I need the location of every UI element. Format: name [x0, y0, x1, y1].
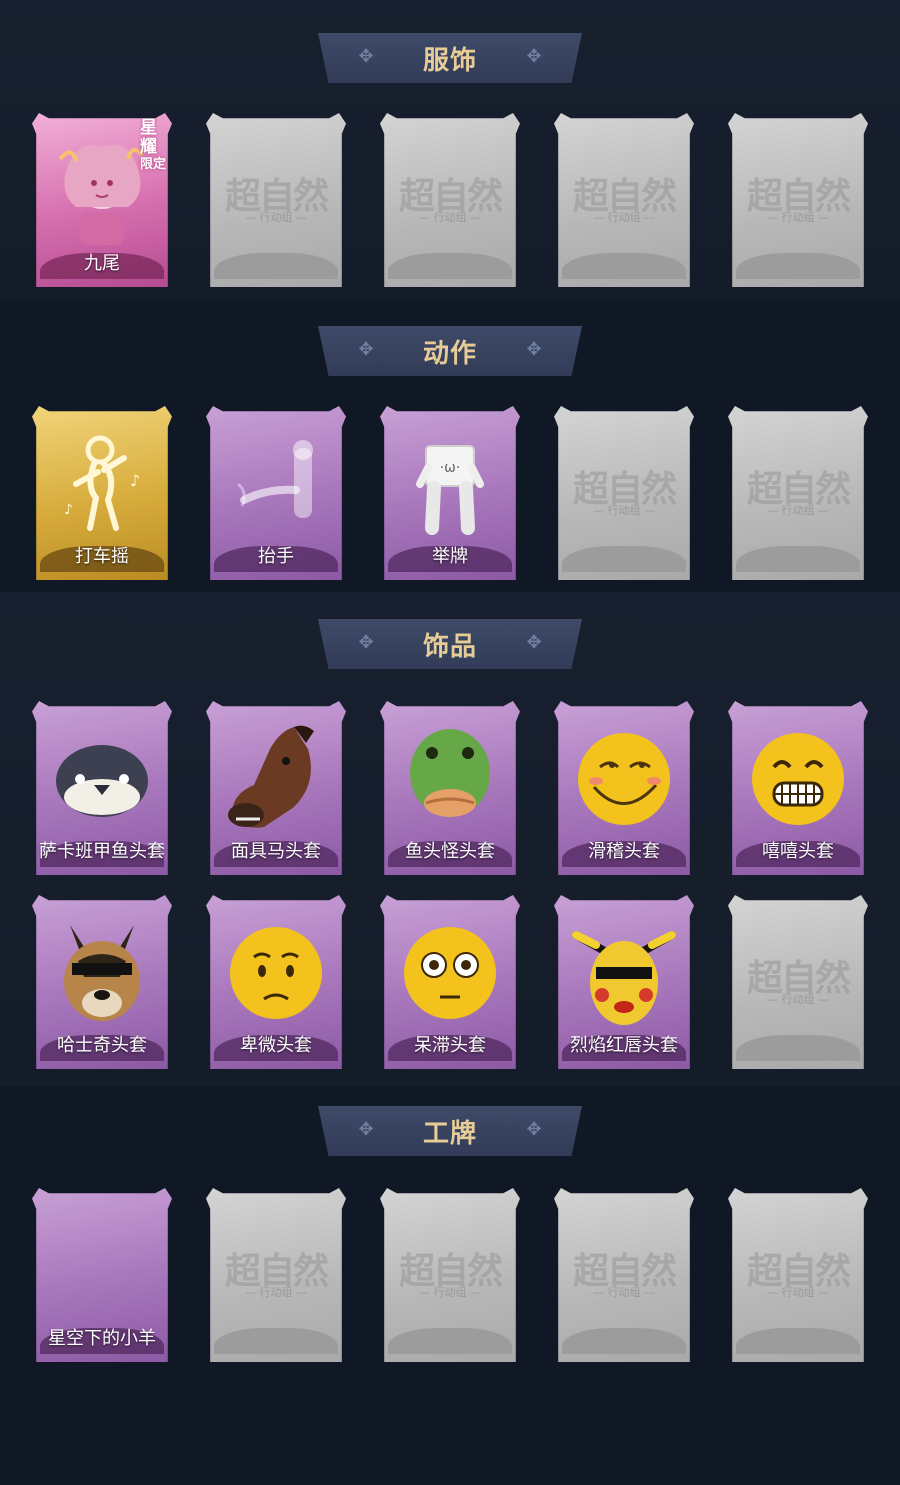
section-title: 动作: [422, 338, 477, 369]
fish-head-icon: [50, 723, 154, 833]
raise-hand-icon: [224, 428, 328, 538]
dance-icon: ♪ ♪: [50, 428, 154, 538]
card-pedestal: [736, 1035, 860, 1061]
dazed-emoji-icon: [398, 917, 502, 1027]
horse-head-icon: [224, 723, 328, 833]
placeholder-watermark-sub: — 行动组 —: [245, 1286, 307, 1299]
item-label: 嘻嘻头套: [762, 841, 834, 862]
item-card[interactable]: 面具马头套: [206, 701, 346, 875]
item-label: 九尾: [84, 253, 120, 274]
item-label: 滑稽头套: [588, 841, 660, 862]
item-label: 面具马头套: [231, 841, 321, 862]
item-label: 哈士奇头套: [57, 1035, 147, 1056]
locked-item-card[interactable]: 超自然 — 行动组 —: [728, 406, 868, 580]
card-pedestal: [562, 1328, 686, 1354]
section-header: ✥ 动作 ✥: [318, 326, 582, 376]
item-card[interactable]: ♪ ♪ 打车摇: [32, 406, 172, 580]
placeholder-watermark-sub: — 行动组 —: [767, 211, 829, 224]
locked-item-card[interactable]: 超自然 — 行动组 —: [206, 113, 346, 287]
placeholder-watermark-sub: — 行动组 —: [767, 504, 829, 517]
rarity-badge-subtext: 限定: [140, 157, 167, 172]
placeholder-watermark-sub: — 行动组 —: [245, 211, 307, 224]
section-header: ✥ 工牌 ✥: [318, 1106, 582, 1156]
rarity-badge-text: 星耀: [140, 118, 157, 157]
card-pedestal: [736, 1328, 860, 1354]
smirk-emoji-icon: [572, 723, 676, 833]
locked-item-card[interactable]: 超自然 — 行动组 —: [380, 113, 520, 287]
ornament-left-icon: ✥: [358, 1119, 374, 1140]
card-pedestal: [388, 1328, 512, 1354]
card-pedestal: [562, 546, 686, 572]
item-label: 星空下的小羊: [48, 1328, 156, 1349]
item-card[interactable]: ·ω· 举牌: [380, 406, 520, 580]
card-pedestal: [214, 253, 338, 279]
item-label: 打车摇: [75, 546, 129, 567]
locked-item-card[interactable]: 超自然 — 行动组 —: [728, 895, 868, 1069]
placeholder-watermark-sub: — 行动组 —: [767, 1286, 829, 1299]
item-card[interactable]: 烈焰红唇头套: [554, 895, 694, 1069]
fishman-head-icon: [398, 723, 502, 833]
item-label: 抬手: [258, 546, 294, 567]
ornament-left-icon: ✥: [358, 632, 374, 653]
grin-emoji-icon: [746, 723, 850, 833]
ornament-left-icon: ✥: [358, 339, 374, 360]
placeholder-watermark-sub: — 行动组 —: [419, 211, 481, 224]
locked-item-card[interactable]: 超自然 — 行动组 —: [554, 406, 694, 580]
item-card[interactable]: 抬手: [206, 406, 346, 580]
ornament-right-icon: ✥: [526, 632, 542, 653]
item-card[interactable]: 星耀 限定九尾: [32, 113, 172, 287]
card-pedestal: [736, 546, 860, 572]
item-card[interactable]: 星空下的小羊: [32, 1188, 172, 1362]
section-title: 工牌: [422, 1118, 477, 1149]
item-label: 萨卡班甲鱼头套: [39, 841, 165, 862]
humble-emoji-icon: [224, 917, 328, 1027]
placeholder-watermark-sub: — 行动组 —: [419, 1286, 481, 1299]
placeholder-watermark-sub: — 行动组 —: [593, 504, 655, 517]
svg-text:♪: ♪: [64, 502, 73, 518]
locked-item-card[interactable]: 超自然 — 行动组 —: [728, 113, 868, 287]
locked-item-card[interactable]: 超自然 — 行动组 —: [380, 1188, 520, 1362]
item-label: 呆滞头套: [414, 1035, 486, 1056]
section-title: 饰品: [422, 631, 477, 662]
placeholder-watermark-sub: — 行动组 —: [593, 1286, 655, 1299]
hold-sign-icon: ·ω·: [398, 428, 502, 538]
locked-item-card[interactable]: 超自然 — 行动组 —: [728, 1188, 868, 1362]
card-pedestal: [388, 253, 512, 279]
svg-text:♪: ♪: [130, 471, 140, 490]
item-card[interactable]: 滑稽头套: [554, 701, 694, 875]
locked-item-card[interactable]: 超自然 — 行动组 —: [554, 113, 694, 287]
character-portrait: [50, 135, 154, 245]
card-pedestal: [562, 253, 686, 279]
ornament-right-icon: ✥: [526, 339, 542, 360]
placeholder-watermark-sub: — 行动组 —: [767, 993, 829, 1006]
husky-head-icon: [50, 917, 154, 1027]
locked-item-card[interactable]: 超自然 — 行动组 —: [554, 1188, 694, 1362]
item-label: 烈焰红唇头套: [570, 1035, 678, 1056]
placeholder-watermark-sub: — 行动组 —: [593, 211, 655, 224]
item-label: 举牌: [432, 546, 468, 567]
item-card[interactable]: 嘻嘻头套: [728, 701, 868, 875]
item-card[interactable]: 萨卡班甲鱼头套: [32, 701, 172, 875]
item-card[interactable]: 呆滞头套: [380, 895, 520, 1069]
section-header: ✥ 饰品 ✥: [318, 619, 582, 669]
item-card[interactable]: 哈士奇头套: [32, 895, 172, 1069]
card-pedestal: [214, 1328, 338, 1354]
pikachu-head-icon: [572, 917, 676, 1027]
svg-text:·ω·: ·ω·: [440, 460, 461, 476]
item-card[interactable]: 卑微头套: [206, 895, 346, 1069]
item-label: 鱼头怪头套: [405, 841, 495, 862]
item-card[interactable]: 鱼头怪头套: [380, 701, 520, 875]
ornament-right-icon: ✥: [526, 1119, 542, 1140]
locked-item-card[interactable]: 超自然 — 行动组 —: [206, 1188, 346, 1362]
item-label: 卑微头套: [240, 1035, 312, 1056]
card-pedestal: [736, 253, 860, 279]
rarity-badge: 星耀 限定: [140, 118, 168, 173]
